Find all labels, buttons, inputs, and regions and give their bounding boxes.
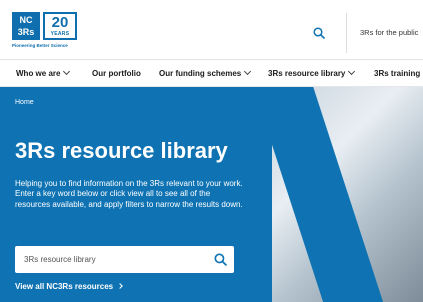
logo-years-label: YEARS (50, 31, 70, 37)
nav-item-label: 3Rs resource library (268, 69, 346, 78)
nav-item-label: Our portfolio (92, 69, 141, 78)
page-title: 3Rs resource library (15, 138, 228, 163)
nav-item-label: 3Rs training (374, 69, 421, 78)
nav-item-funding-schemes[interactable]: Our funding schemes (159, 67, 252, 78)
chevron-right-icon (117, 283, 123, 289)
chevron-down-icon (244, 67, 252, 76)
search-submit-icon[interactable] (214, 253, 227, 266)
logo-tagline: Pioneering Better Science (12, 43, 68, 48)
logo-anniversary: 20 YEARS (43, 12, 77, 40)
resource-search-box (15, 246, 234, 273)
search-icon[interactable] (313, 27, 325, 39)
resource-search-input[interactable] (15, 246, 205, 273)
logo-years-number: 20 (51, 14, 69, 31)
intro-text: Helping you to find information on the 3… (15, 179, 243, 209)
main-nav: Who we are Our portfolio Our funding sch… (0, 61, 423, 87)
nav-item-our-portfolio[interactable]: Our portfolio (92, 69, 141, 78)
breadcrumb-home[interactable]: Home (15, 99, 34, 106)
chevron-down-icon (348, 67, 356, 76)
chevron-down-icon (63, 67, 71, 76)
logo-line2: 3Rs (17, 27, 35, 37)
nav-item-label: Who we are (16, 69, 61, 78)
for-public-link[interactable]: 3Rs for the public (360, 28, 418, 37)
hero-banner: Home 3Rs resource library Helping you to… (0, 87, 423, 302)
header-divider (346, 13, 347, 53)
view-all-label: View all NC3Rs resources (15, 282, 114, 291)
site-header: NC 3Rs 20 YEARS Pioneering Better Scienc… (0, 0, 423, 60)
nc3rs-logo[interactable]: NC 3Rs 20 YEARS Pioneering Better Scienc… (12, 12, 78, 50)
nav-item-resource-library[interactable]: 3Rs resource library (268, 67, 356, 78)
nav-item-label: Our funding schemes (159, 69, 242, 78)
logo-mark: NC 3Rs (12, 12, 40, 40)
nav-item-who-we-are[interactable]: Who we are (16, 67, 71, 78)
nav-item-3rs-training[interactable]: 3Rs training (374, 69, 420, 78)
logo-line1: NC (19, 15, 33, 25)
view-all-resources-link[interactable]: View all NC3Rs resources (15, 282, 123, 291)
